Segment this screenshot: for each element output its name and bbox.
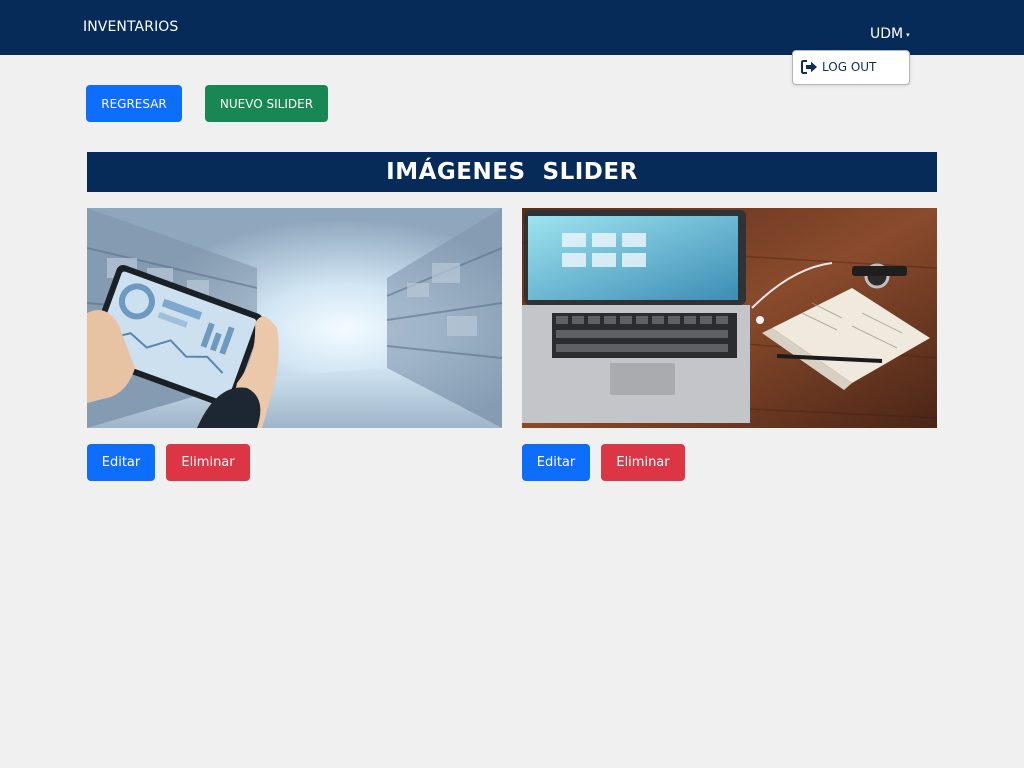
delete-slide-2-button[interactable]: Eliminar [601,444,685,481]
back-button[interactable]: REGRESAR [86,85,182,122]
slide-image-warehouse [87,208,502,428]
slide-image-laptop [522,208,937,428]
logout-label: LOG OUT [822,60,877,74]
delete-slide-1-button[interactable]: Eliminar [166,444,250,481]
top-navbar: INVENTARIOS UDM ▾ [0,0,1024,55]
user-name: UDM [870,26,904,42]
brand-link[interactable]: INVENTARIOS [83,19,178,35]
new-slider-button[interactable]: NUEVO SILIDER [205,85,328,122]
page-title: IMÁGENES SLIDER [87,152,937,192]
user-menu-toggle[interactable]: UDM ▾ [870,26,910,42]
caret-down-icon: ▾ [906,30,910,39]
user-dropdown-menu: LOG OUT [792,50,910,85]
sign-out-icon [801,60,818,74]
edit-slide-1-button[interactable]: Editar [87,444,155,481]
logout-menu-item[interactable]: LOG OUT [801,60,876,74]
edit-slide-2-button[interactable]: Editar [522,444,590,481]
